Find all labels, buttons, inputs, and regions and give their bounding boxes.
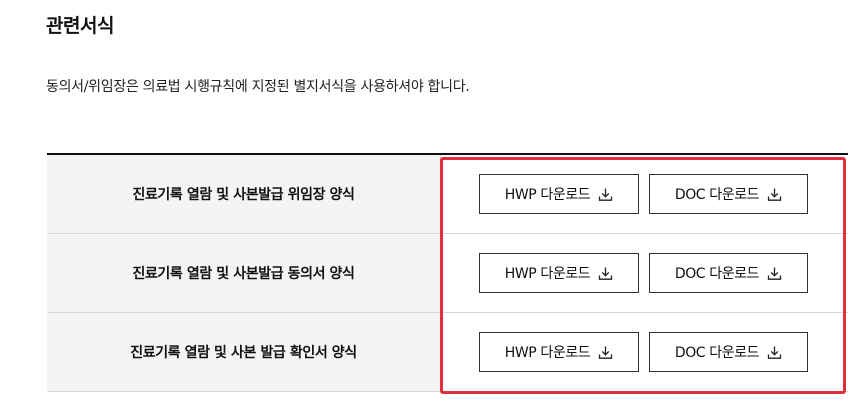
doc-download-button[interactable]: DOC 다운로드 — [649, 253, 808, 293]
download-cell: HWP 다운로드 DOC 다운로드 — [440, 154, 848, 234]
hwp-download-button[interactable]: HWP 다운로드 — [479, 253, 639, 293]
download-cell: HWP 다운로드 DOC 다운로드 — [440, 233, 848, 313]
button-label: DOC 다운로드 — [674, 345, 760, 361]
download-icon — [767, 345, 782, 360]
table-row: 진료기록 열람 및 사본 발급 확인서 양식 HWP 다운로드 DOC 다운로드 — [47, 312, 848, 392]
button-label: HWP 다운로드 — [504, 187, 591, 203]
download-icon — [767, 187, 782, 202]
download-icon — [598, 266, 613, 281]
button-label: DOC 다운로드 — [674, 266, 760, 282]
doc-download-button[interactable]: DOC 다운로드 — [649, 332, 808, 372]
table-row: 진료기록 열람 및 사본발급 동의서 양식 HWP 다운로드 DOC 다운로드 — [47, 233, 848, 313]
button-label: HWP 다운로드 — [504, 266, 591, 282]
button-label: DOC 다운로드 — [674, 187, 760, 203]
form-name: 진료기록 열람 및 사본 발급 확인서 양식 — [47, 312, 441, 392]
button-label: HWP 다운로드 — [504, 345, 591, 361]
download-cell: HWP 다운로드 DOC 다운로드 — [440, 312, 848, 392]
section-title: 관련서식 — [46, 15, 114, 37]
form-name: 진료기록 열람 및 사본발급 위임장 양식 — [47, 154, 441, 234]
download-icon — [767, 266, 782, 281]
download-icon — [598, 187, 613, 202]
page: 관련서식 동의서/위임장은 의료법 시행규칙에 지정된 별지서식을 사용하셔야 … — [0, 0, 868, 405]
form-name: 진료기록 열람 및 사본발급 동의서 양식 — [47, 233, 441, 313]
download-icon — [598, 345, 613, 360]
forms-table: 진료기록 열람 및 사본발급 위임장 양식 HWP 다운로드 DOC 다운로드 — [47, 153, 848, 392]
table-row: 진료기록 열람 및 사본발급 위임장 양식 HWP 다운로드 DOC 다운로드 — [47, 154, 848, 234]
doc-download-button[interactable]: DOC 다운로드 — [649, 174, 808, 214]
hwp-download-button[interactable]: HWP 다운로드 — [479, 174, 639, 214]
hwp-download-button[interactable]: HWP 다운로드 — [479, 332, 639, 372]
form-notice: 동의서/위임장은 의료법 시행규칙에 지정된 별지서식을 사용하셔야 합니다. — [46, 79, 470, 95]
